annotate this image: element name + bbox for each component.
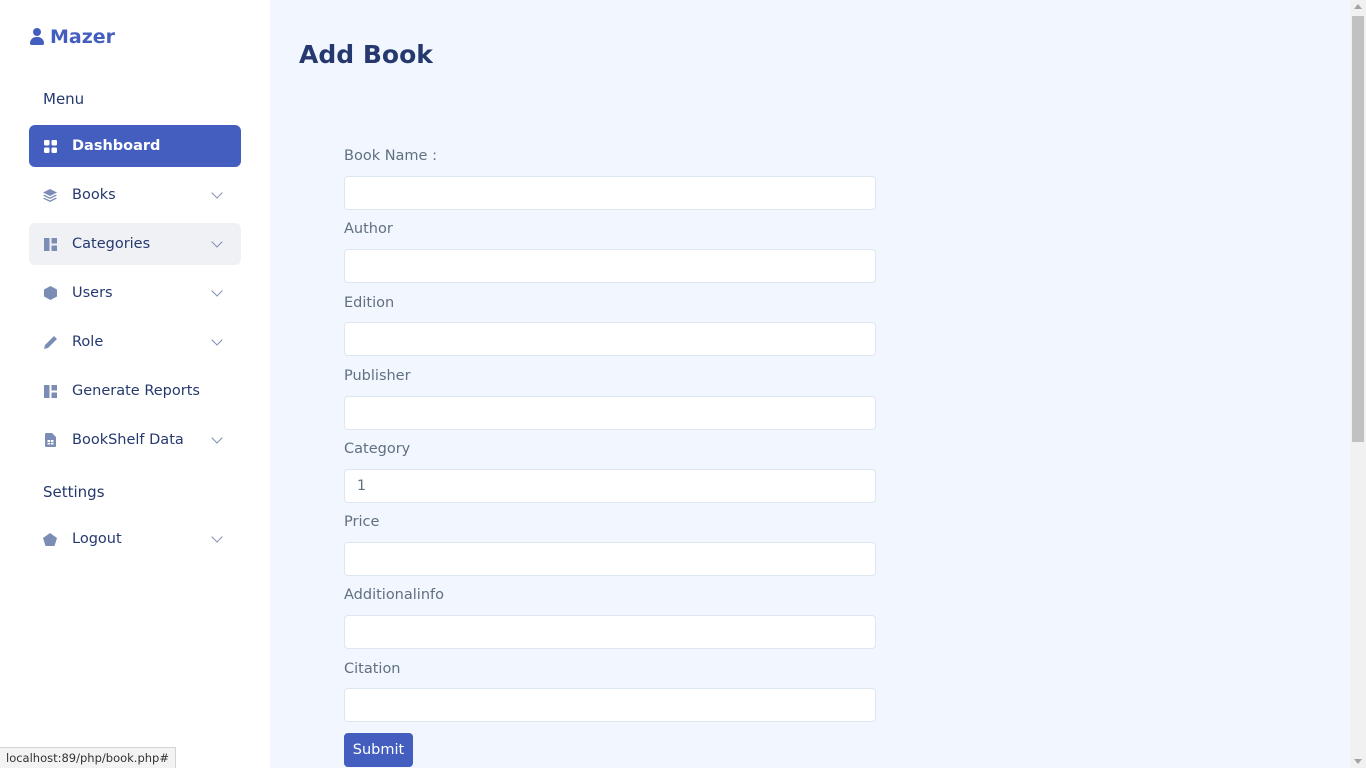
chevron-down-icon [211,285,223,297]
sidebar-item-label: Categories [72,236,151,252]
submit-button[interactable]: Submit [344,733,413,767]
chevron-down-icon [211,531,223,543]
sidebar-item-dashboard[interactable]: Dashboard [29,125,241,167]
price-label: Price [344,514,380,530]
book-name-label: Book Name : [344,148,437,164]
vertical-scrollbar[interactable] [1350,0,1366,768]
category-label: Category [344,441,411,457]
author-label: Author [344,221,393,237]
status-bar-url: localhost:89/php/book.php# [0,747,176,768]
edition-label: Edition [344,295,395,311]
additionalinfo-label: Additionalinfo [344,587,444,603]
sidebar-item-label: BookShelf Data [72,432,184,448]
citation-label: Citation [344,661,401,677]
author-input[interactable] [344,249,876,283]
sidebar-item-logout[interactable]: Logout [29,518,241,560]
sidebar-item-books[interactable]: Books [29,174,241,216]
category-input[interactable] [344,469,876,503]
collection-icon [43,384,57,398]
sidebar-item-label: Logout [72,531,122,547]
sidebar-item-generate-reports[interactable]: Generate Reports [29,370,241,412]
sidebar-item-label: Generate Reports [72,383,200,399]
chevron-down-icon [211,334,223,346]
sidebar-item-label: Role [72,334,104,350]
sidebar-item-categories[interactable]: Categories [29,223,241,265]
file-spreadsheet-icon [43,433,57,447]
sidebar-item-users[interactable]: Users [29,272,241,314]
pentagon-icon [43,532,57,546]
book-name-input[interactable] [344,176,876,210]
scrollbar-thumb[interactable] [1352,16,1364,442]
menu-section-title: Menu [43,90,85,108]
main-content: Add Book Book Name : Author Edition Publ… [270,0,1350,768]
stack-icon [43,188,57,202]
scroll-down-arrow-icon[interactable] [1354,759,1362,764]
additionalinfo-input[interactable] [344,615,876,649]
collection-icon [43,237,57,251]
publisher-input[interactable] [344,396,876,430]
scroll-up-arrow-icon[interactable] [1354,4,1362,9]
sidebar-item-label: Books [72,187,116,203]
logo[interactable]: Mazer [30,26,115,48]
edition-input[interactable] [344,322,876,356]
pen-icon [43,335,57,349]
chevron-down-icon [211,432,223,444]
sidebar-item-label: Dashboard [72,138,161,154]
price-input[interactable] [344,542,876,576]
user-icon [30,27,44,47]
page-title: Add Book [299,40,433,69]
chevron-down-icon [211,187,223,199]
sidebar-item-bookshelf-data[interactable]: BookShelf Data [29,419,241,461]
grid-icon [43,139,57,153]
citation-input[interactable] [344,688,876,722]
sidebar-item-label: Users [72,285,113,301]
chevron-down-icon [211,236,223,248]
settings-section-title: Settings [43,483,105,501]
logo-text: Mazer [50,26,116,48]
publisher-label: Publisher [344,368,411,384]
sidebar: Mazer Menu Dashboard Books Categories Us… [0,0,270,768]
sidebar-item-role[interactable]: Role [29,321,241,363]
hexagon-icon [43,286,57,300]
